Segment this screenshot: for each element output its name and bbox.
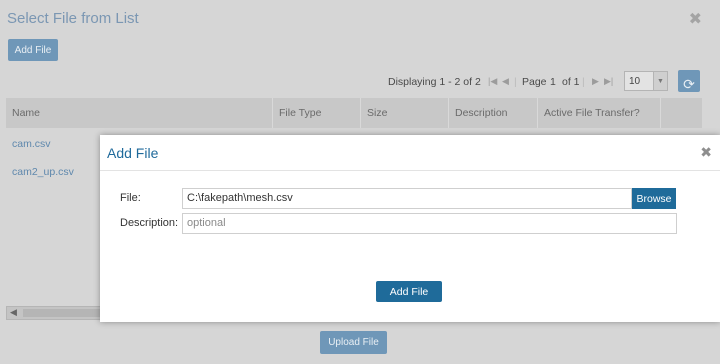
pager-divider: |: [582, 76, 585, 88]
close-icon[interactable]: ✖: [700, 144, 712, 161]
table-row[interactable]: cam.csv: [12, 138, 51, 150]
column-header-size[interactable]: Size: [360, 98, 448, 128]
description-input[interactable]: optional: [182, 213, 677, 234]
horizontal-scrollbar[interactable]: ◀: [6, 306, 102, 320]
pager-divider: |: [514, 76, 517, 88]
column-header-name[interactable]: Name: [6, 98, 272, 128]
browse-button[interactable]: Browse: [632, 188, 676, 209]
description-label: Description:: [120, 217, 179, 229]
modal-title: Add File: [107, 145, 159, 161]
refresh-button[interactable]: ⟳: [678, 70, 700, 92]
page-number-input[interactable]: 1: [550, 76, 556, 88]
add-file-modal: Add File ✖ File: C:\fakepath\mesh.csv Br…: [100, 135, 720, 322]
column-header-description[interactable]: Description: [448, 98, 537, 128]
rows-per-page-value: 10: [629, 76, 641, 87]
next-page-icon[interactable]: ▶: [592, 76, 599, 87]
scrollbar-thumb[interactable]: [23, 309, 101, 317]
file-label: File:: [120, 192, 141, 204]
close-icon[interactable]: ✖: [689, 9, 702, 29]
scroll-left-icon[interactable]: ◀: [10, 307, 17, 318]
upload-file-button[interactable]: Upload File: [320, 331, 387, 354]
pagination-toolbar: Displaying 1 - 2 of 2 |◀ ◀ | Page 1 of 1…: [380, 70, 700, 94]
file-table-header: Name File Type Size Description Active F…: [6, 98, 702, 128]
column-header-spacer: [660, 98, 702, 128]
dialog-title: Select File from List: [7, 10, 139, 27]
column-header-active-transfer[interactable]: Active File Transfer?: [537, 98, 660, 128]
first-page-icon[interactable]: |◀: [488, 76, 497, 87]
refresh-icon: ⟳: [683, 76, 695, 92]
table-row[interactable]: cam2_up.csv: [12, 166, 74, 178]
chevron-down-icon: ▼: [653, 72, 667, 90]
page-label: Page: [522, 76, 547, 88]
rows-per-page-select[interactable]: 10 ▼: [624, 71, 668, 91]
last-page-icon[interactable]: ▶|: [604, 76, 613, 87]
add-file-button[interactable]: Add File: [8, 39, 58, 61]
file-path-input[interactable]: C:\fakepath\mesh.csv: [182, 188, 632, 209]
prev-page-icon[interactable]: ◀: [502, 76, 509, 87]
column-header-file-type[interactable]: File Type: [272, 98, 360, 128]
modal-header: Add File ✖: [100, 135, 720, 171]
add-file-submit-button[interactable]: Add File: [376, 281, 442, 302]
displaying-count: Displaying 1 - 2 of 2: [388, 76, 481, 88]
page-total: of 1: [562, 76, 580, 88]
